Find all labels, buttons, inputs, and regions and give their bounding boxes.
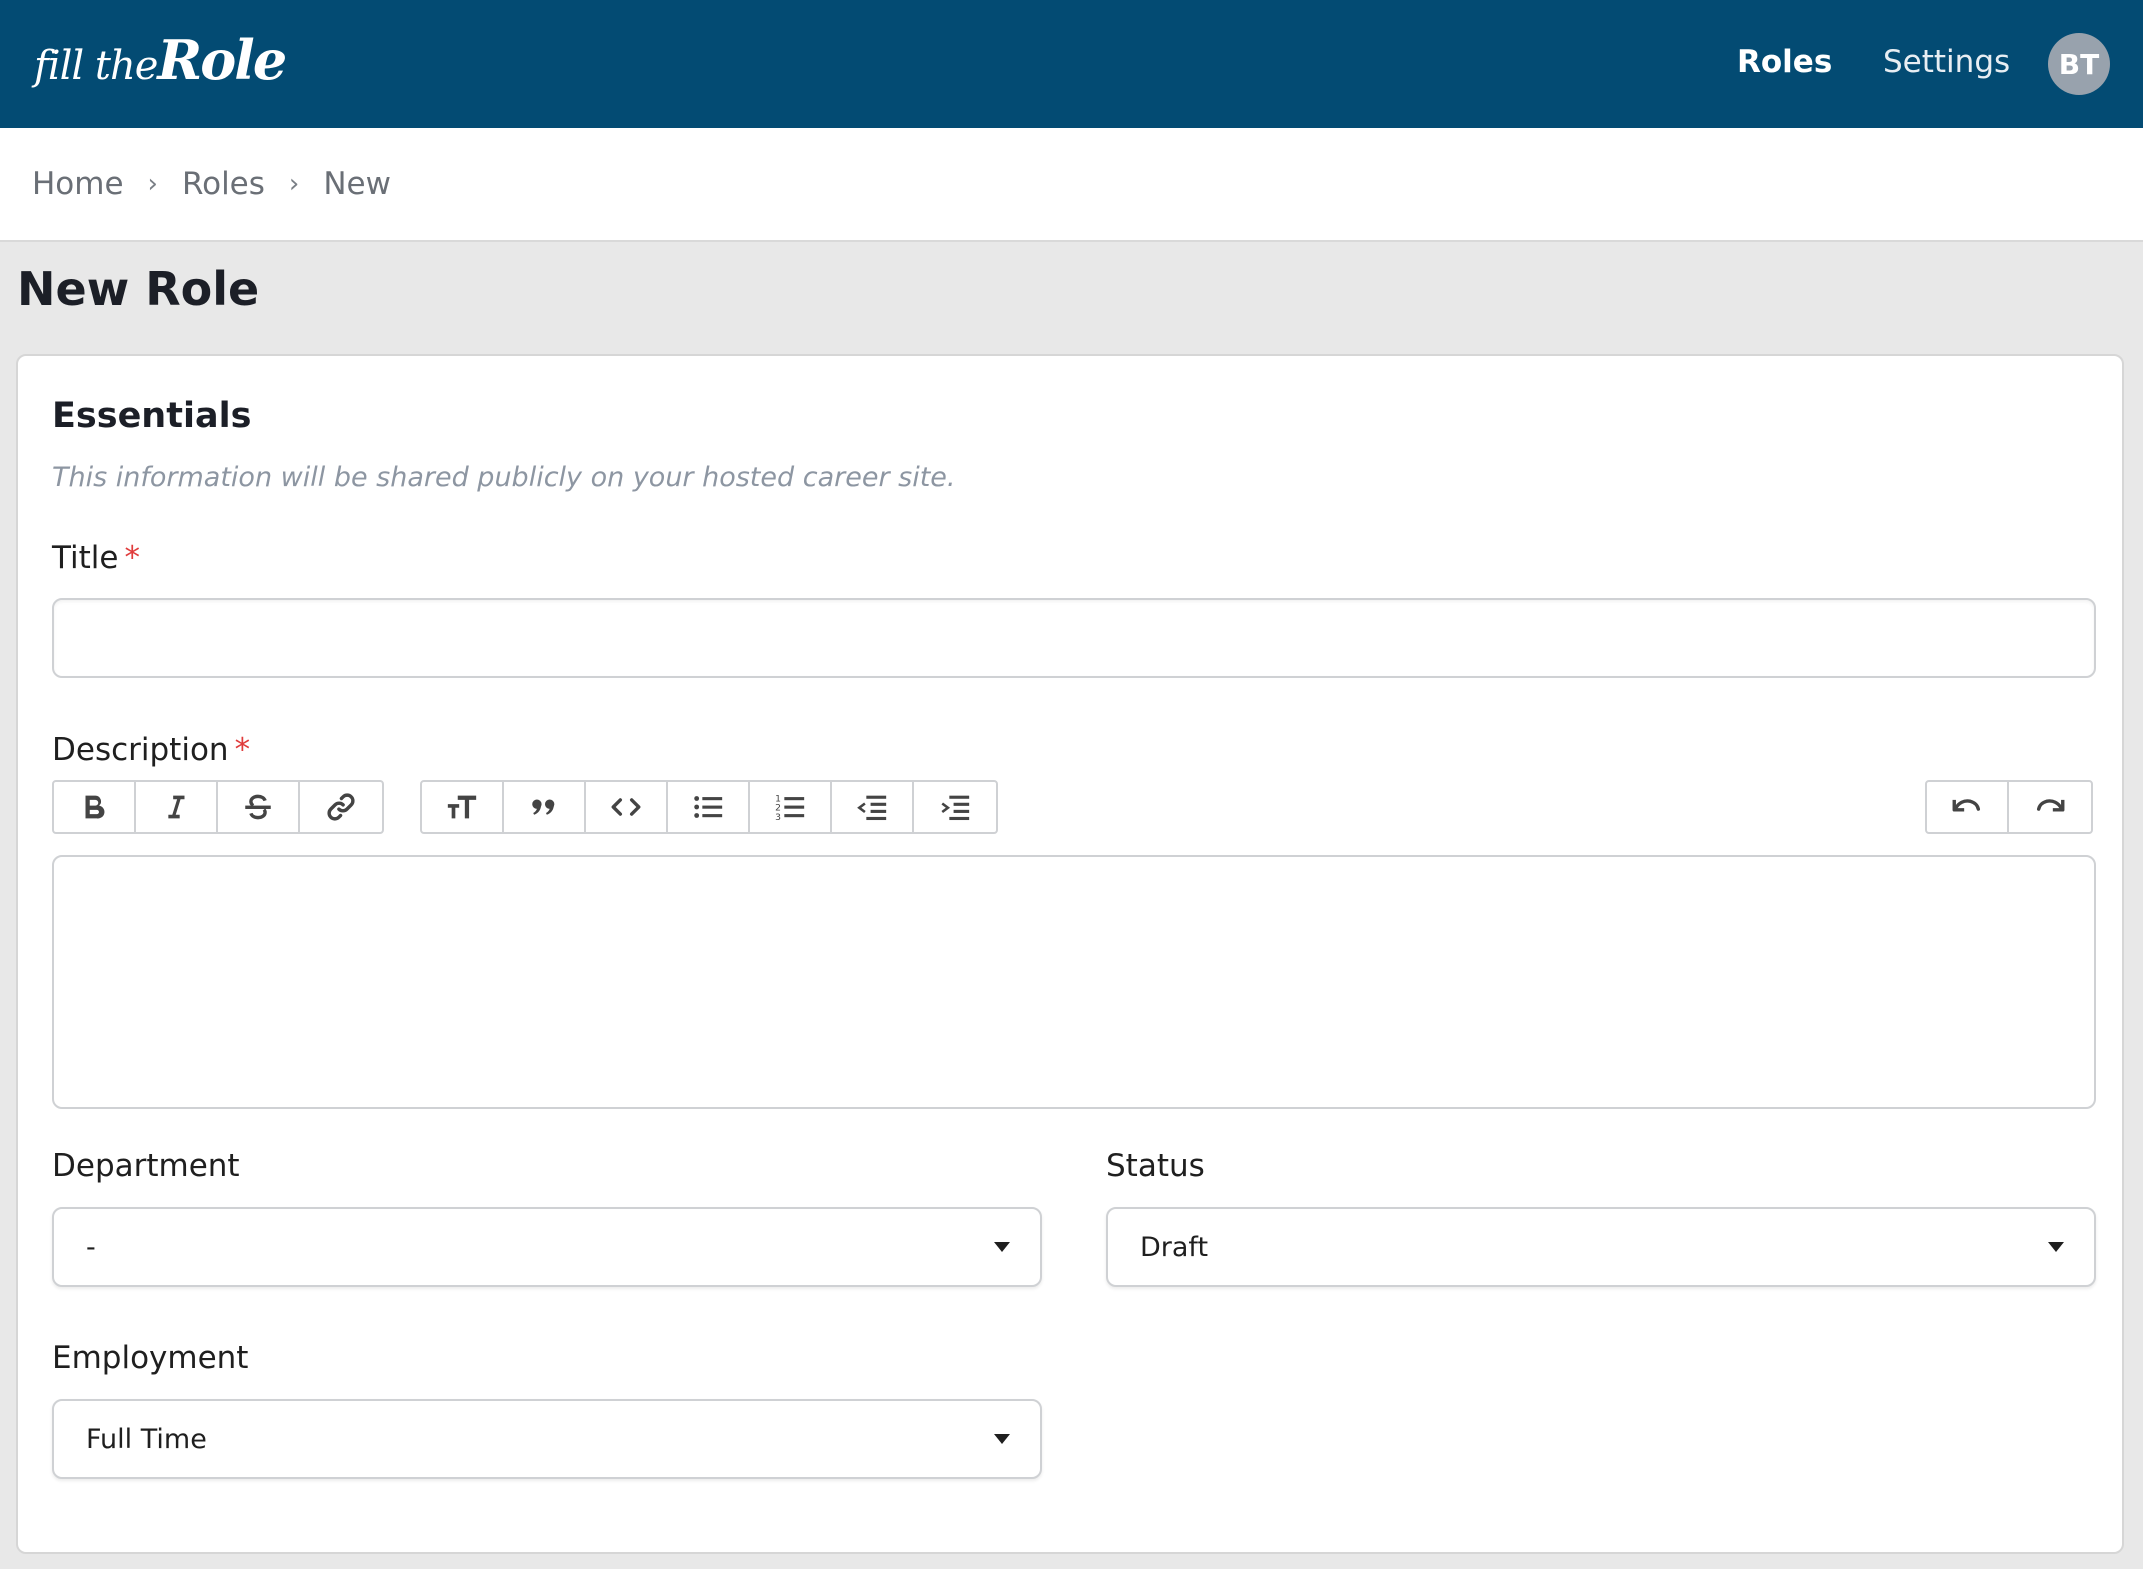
required-mark: *: [234, 732, 251, 768]
essentials-card: Essentials This information will be shar…: [16, 354, 2124, 1554]
employment-label: Employment: [52, 1340, 249, 1376]
undo-button[interactable]: [1927, 782, 2009, 832]
link-icon: [327, 793, 355, 821]
department-value: -: [86, 1231, 96, 1263]
nav-roles[interactable]: Roles: [1737, 44, 1832, 80]
status-label: Status: [1106, 1148, 1205, 1184]
title-label-text: Title: [52, 540, 119, 576]
code-icon: [611, 798, 641, 816]
italic-icon: [168, 795, 185, 819]
breadcrumb-current: New: [323, 166, 391, 202]
caret-down-icon: [994, 1434, 1010, 1444]
nav-settings[interactable]: Settings: [1883, 44, 2010, 80]
department-select[interactable]: -: [52, 1207, 1042, 1287]
bold-icon: [85, 795, 105, 819]
title-input[interactable]: [52, 598, 2096, 678]
employment-value: Full Time: [86, 1423, 207, 1455]
strikethrough-button[interactable]: [218, 782, 300, 832]
heading-button[interactable]: [422, 782, 504, 832]
strikethrough-icon: [245, 794, 271, 820]
employment-select[interactable]: Full Time: [52, 1399, 1042, 1479]
app-logo[interactable]: fill theRole: [34, 28, 287, 92]
status-select[interactable]: Draft: [1106, 1207, 2096, 1287]
text-format-toolbar: [52, 780, 384, 834]
svg-text:3: 3: [775, 812, 781, 823]
chevron-right-icon: ›: [288, 169, 300, 199]
outdent-icon: [857, 795, 887, 821]
numbered-list-button[interactable]: 123: [750, 782, 832, 832]
section-subtitle: This information will be shared publicly…: [52, 462, 956, 493]
status-value: Draft: [1140, 1231, 1209, 1263]
logo-text-big: Role: [157, 28, 287, 92]
breadcrumb-roles[interactable]: Roles: [182, 166, 265, 202]
description-label: Description *: [52, 732, 250, 768]
history-toolbar: [1925, 780, 2093, 834]
italic-button[interactable]: [136, 782, 218, 832]
link-button[interactable]: [300, 782, 382, 832]
required-mark: *: [124, 540, 140, 576]
bullet-list-button[interactable]: [668, 782, 750, 832]
department-label: Department: [52, 1148, 240, 1184]
breadcrumb-home[interactable]: Home: [32, 166, 124, 202]
logo-text-small: fill the: [34, 43, 158, 89]
breadcrumb: Home › Roles › New: [32, 166, 391, 202]
quote-button[interactable]: [504, 782, 586, 832]
chevron-right-icon: ›: [147, 169, 158, 199]
user-avatar[interactable]: BT: [2048, 33, 2110, 95]
outdent-button[interactable]: [832, 782, 914, 832]
bullet-list-icon: [694, 796, 723, 818]
heading-icon: [447, 795, 477, 819]
title-label: Title *: [52, 540, 140, 576]
description-editor[interactable]: [52, 855, 2096, 1109]
description-label-text: Description: [52, 732, 229, 768]
top-navbar: fill theRole Roles Settings BT: [0, 0, 2143, 128]
indent-icon: [941, 795, 970, 821]
redo-button[interactable]: [2009, 782, 2091, 832]
bold-button[interactable]: [54, 782, 136, 832]
caret-down-icon: [2048, 1242, 2064, 1252]
undo-icon: [1952, 799, 1981, 812]
block-format-toolbar: 123: [420, 780, 998, 834]
quote-icon: [532, 799, 555, 815]
page-title: New Role: [17, 262, 260, 316]
redo-icon: [2036, 799, 2065, 812]
numbered-list-icon: 123: [775, 793, 805, 823]
section-title: Essentials: [52, 396, 252, 436]
indent-button[interactable]: [914, 782, 996, 832]
caret-down-icon: [994, 1242, 1010, 1252]
code-button[interactable]: [586, 782, 668, 832]
breadcrumb-bar: Home › Roles › New: [0, 128, 2143, 242]
